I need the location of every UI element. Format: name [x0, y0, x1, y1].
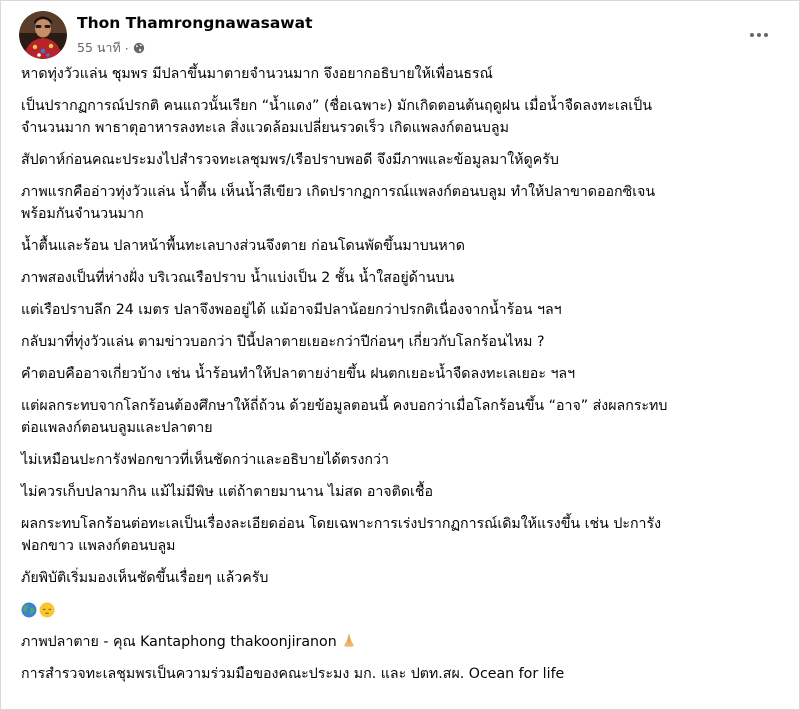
paragraph-line: ไม่ควรเก็บปลามากิน แม้ไม่มีพิษ แต่ถ้าตาย… — [21, 484, 434, 500]
more-options-icon[interactable] — [743, 21, 775, 49]
paragraph-line: ภาพแรกคืออ่าวทุ่งวัวแล่น น้ำตื้น เห็นน้ำ… — [21, 184, 656, 200]
paragraph-line: น้ำตื้นและร้อน ปลาหน้าพื้นทะเลบางส่วนจึง… — [21, 238, 465, 254]
paragraph: แต่เรือปราบลึก 24 เมตร ปลาจึงพออยู่ได้ แ… — [21, 299, 781, 321]
paragraph: สัปดาห์ก่อนคณะประมงไปสำรวจทะเลชุมพร/เรือ… — [21, 149, 781, 171]
paragraph-line: แต่ผลกระทบจากโลกร้อนต้องศึกษาให้ถี่ถ้วน … — [21, 398, 668, 414]
paragraph-line: พร้อมกันจำนวนมาก — [21, 206, 144, 222]
globe-earth-emoji — [21, 602, 37, 618]
paragraph-line: ฟอกขาว แพลงก์ตอนบลูม — [21, 538, 176, 554]
post-body: หาดทุ่งวัวแล่น ชุมพร มีปลาขึ้นมาตายจำนวน… — [21, 63, 781, 695]
paragraph: ภาพแรกคืออ่าวทุ่งวัวแล่น น้ำตื้น เห็นน้ำ… — [21, 181, 781, 225]
emoji-row — [21, 599, 781, 621]
paragraph-line: ภาพสองเป็นที่ห่างฝั่ง บริเวณเรือปราบ น้ำ… — [21, 270, 455, 286]
author-avatar[interactable] — [19, 11, 67, 59]
paragraph-line: ไม่เหมือนปะการังฟอกขาวที่เห็นชัดกว่าและอ… — [21, 452, 389, 468]
paragraph-line: ต่อแพลงก์ตอนบลูมและปลาตาย — [21, 420, 213, 436]
paragraph: แต่ผลกระทบจากโลกร้อนต้องศึกษาให้ถี่ถ้วน … — [21, 395, 781, 439]
paragraph-line: คำตอบคืออาจเกี่ยวบ้าง เช่น น้ำร้อนทำให้ป… — [21, 366, 576, 382]
post-meta: 55 นาที · — [77, 38, 145, 58]
post-time[interactable]: 55 นาที — [77, 38, 121, 58]
paragraph-line: เป็นปรากฏการณ์ปรกติ คนแถวนั้นเรียก “น้ำแ… — [21, 98, 652, 114]
paragraph: คำตอบคืออาจเกี่ยวบ้าง เช่น น้ำร้อนทำให้ป… — [21, 363, 781, 385]
author-name[interactable]: Thon Thamrongnawasawat — [77, 14, 312, 32]
paragraph: ภาพสองเป็นที่ห่างฝั่ง บริเวณเรือปราบ น้ำ… — [21, 267, 781, 289]
paragraph-line: หาดทุ่งวัวแล่น ชุมพร มีปลาขึ้นมาตายจำนวน… — [21, 66, 493, 82]
avatar-photo — [19, 11, 67, 59]
meta-separator: · — [124, 40, 129, 56]
photo-credit-text: ภาพปลาตาย - คุณ Kantaphong thakoonjirano… — [21, 634, 337, 650]
paragraph: ผลกระทบโลกร้อนต่อทะเลเป็นเรื่องละเอียดอ่… — [21, 513, 781, 557]
paragraph: ไม่ควรเก็บปลามากิน แม้ไม่มีพิษ แต่ถ้าตาย… — [21, 481, 781, 503]
paragraph-line: ภัยพิบัติเริ่มมองเห็นชัดขึ้นเรื่อยๆ แล้ว… — [21, 570, 269, 586]
photo-credit: ภาพปลาตาย - คุณ Kantaphong thakoonjirano… — [21, 631, 781, 653]
paragraph: หาดทุ่งวัวแล่น ชุมพร มีปลาขึ้นมาตายจำนวน… — [21, 63, 781, 85]
post-header: Thon Thamrongnawasawat 55 นาที · — [19, 11, 781, 61]
globe-icon[interactable] — [133, 42, 145, 54]
paragraph-line: สัปดาห์ก่อนคณะประมงไปสำรวจทะเลชุมพร/เรือ… — [21, 152, 559, 168]
paragraph: น้ำตื้นและร้อน ปลาหน้าพื้นทะเลบางส่วนจึง… — [21, 235, 781, 257]
paragraph: กลับมาที่ทุ่งวัวแล่น ตามข่าวบอกว่า ปีนี้… — [21, 331, 781, 353]
paragraph-line: กลับมาที่ทุ่งวัวแล่น ตามข่าวบอกว่า ปีนี้… — [21, 334, 545, 350]
paragraph-line: แต่เรือปราบลึก 24 เมตร ปลาจึงพออยู่ได้ แ… — [21, 302, 562, 318]
paragraph-line: ผลกระทบโลกร้อนต่อทะเลเป็นเรื่องละเอียดอ่… — [21, 516, 662, 532]
paragraph: ภัยพิบัติเริ่มมองเห็นชัดขึ้นเรื่อยๆ แล้ว… — [21, 567, 781, 589]
paragraph-line: จำนวนมาก พาธาตุอาหารลงทะเล สิ่งแวดล้อมเป… — [21, 120, 509, 136]
paragraph: เป็นปรากฏการณ์ปรกติ คนแถวนั้นเรียก “น้ำแ… — [21, 95, 781, 139]
footer-note: การสำรวจทะเลชุมพรเป็นความร่วมมือของคณะปร… — [21, 663, 781, 685]
pensive-face-emoji — [39, 602, 55, 618]
facebook-post: Thon Thamrongnawasawat 55 นาที · หาดทุ่ง… — [0, 0, 800, 710]
folded-hands-emoji — [341, 632, 357, 648]
paragraph: ไม่เหมือนปะการังฟอกขาวที่เห็นชัดกว่าและอ… — [21, 449, 781, 471]
footer-note-text: การสำรวจทะเลชุมพรเป็นความร่วมมือของคณะปร… — [21, 666, 565, 682]
